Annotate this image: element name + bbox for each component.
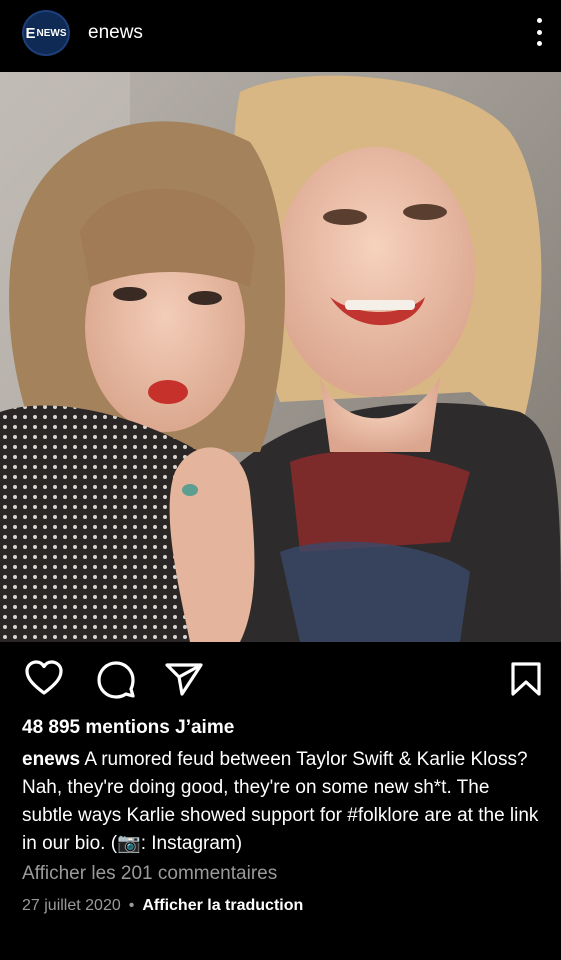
avatar-logo-e: E <box>25 24 36 42</box>
post-username[interactable]: enews <box>88 22 143 44</box>
post-header: E NEWS enews <box>0 0 561 72</box>
photo-illustration <box>0 72 561 642</box>
heart-icon[interactable] <box>24 659 64 702</box>
avatar[interactable]: E NEWS <box>22 10 70 56</box>
translate-link[interactable]: Afficher la traduction <box>142 897 303 914</box>
post-date: 27 juillet 2020 <box>22 897 121 914</box>
comment-icon[interactable] <box>96 659 136 704</box>
post-actions <box>0 655 561 705</box>
meta-separator: • <box>128 897 135 914</box>
post-meta: 27 juillet 2020 • Afficher la traduction <box>22 897 303 915</box>
view-comments-link[interactable]: Afficher les 201 commentaires <box>22 863 277 885</box>
send-icon[interactable] <box>164 661 204 702</box>
bookmark-icon[interactable] <box>510 661 542 702</box>
more-vertical-icon[interactable] <box>531 18 547 46</box>
caption-username[interactable]: enews <box>22 749 80 770</box>
caption-text: A rumored feud between Taylor Swift & Ka… <box>22 749 539 854</box>
likes-count[interactable]: 48 895 mentions J’aime <box>22 717 234 739</box>
avatar-logo-news: NEWS <box>36 27 67 39</box>
post-caption: enews A rumored feud between Taylor Swif… <box>22 746 542 858</box>
post-photo[interactable] <box>0 72 561 642</box>
